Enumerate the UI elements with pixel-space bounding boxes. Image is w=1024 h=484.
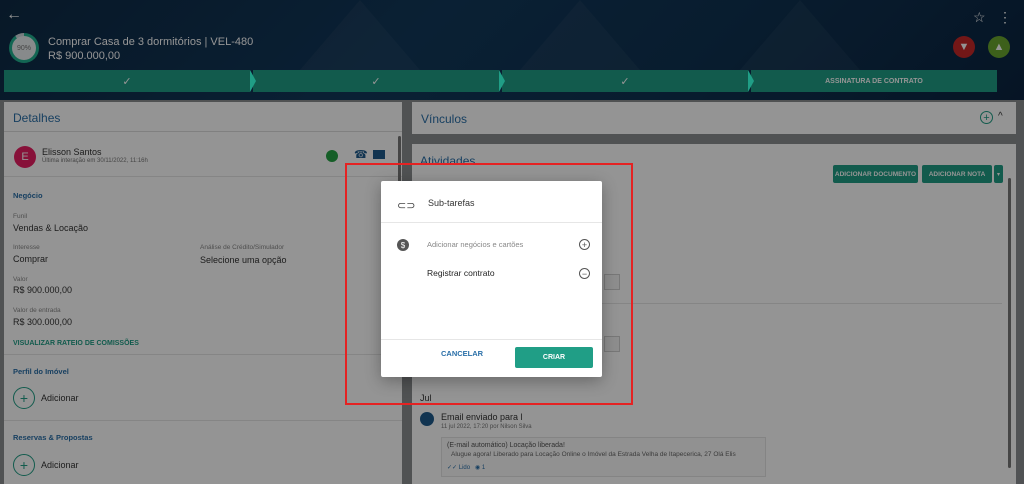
stage-chevron <box>499 70 505 92</box>
highlight-frame <box>345 163 633 405</box>
stage-chevron <box>748 70 754 92</box>
stage-chevron <box>250 70 256 92</box>
